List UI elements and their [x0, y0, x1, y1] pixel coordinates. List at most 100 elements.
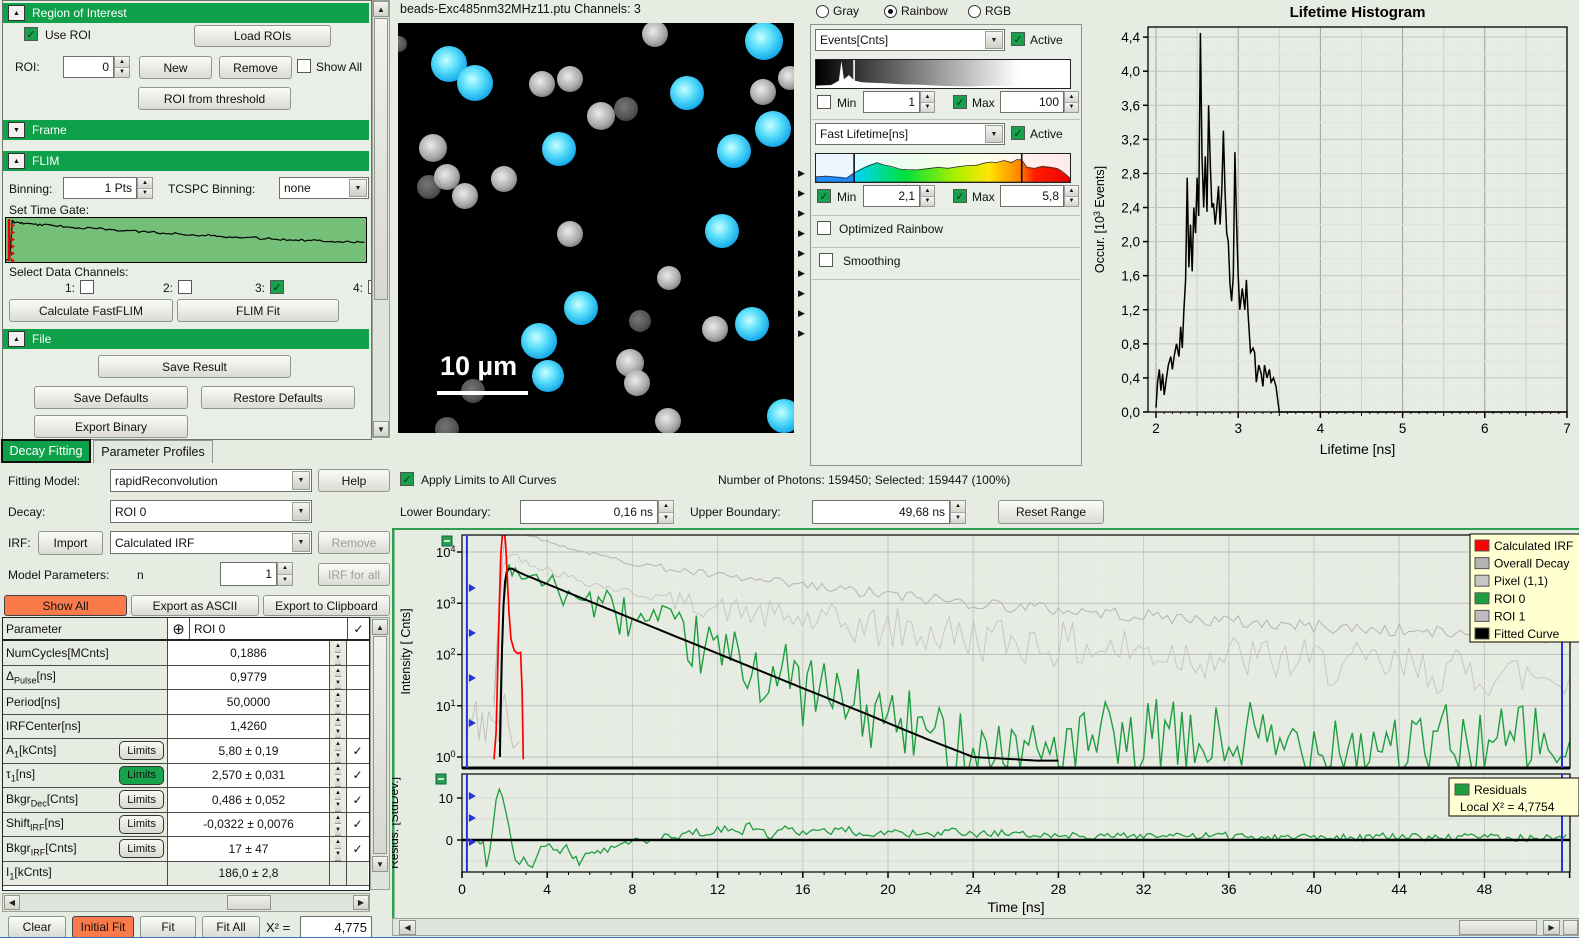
channel-checkbox-3[interactable]: ✓	[270, 280, 284, 294]
scroll-thumb[interactable]	[1459, 920, 1537, 935]
chevron-down-icon[interactable]: ▼	[985, 125, 1003, 143]
parameter-spinner[interactable]: ▲ ▼	[330, 714, 347, 738]
binning-spinner[interactable]: ▲ ▼	[137, 177, 153, 199]
scroll-up-icon[interactable]: ▲	[373, 1, 389, 17]
collapse-icon[interactable]: ▲	[8, 331, 25, 347]
scroll-right-icon[interactable]: ▶	[353, 895, 369, 910]
events-min-spinner[interactable]: ▲ ▼	[920, 91, 935, 113]
parameter-spinner[interactable]: ▲ ▼	[330, 763, 347, 787]
right-arrow-icon[interactable]: ▶	[798, 288, 810, 308]
settings-scrollbar[interactable]: ▲ ▼	[372, 0, 390, 438]
parameter-enabled-checkbox[interactable]	[347, 714, 368, 738]
events-active-checkbox[interactable]: ✓	[1011, 32, 1025, 46]
show-all-parameters-button[interactable]: Show All	[4, 595, 127, 616]
l ifetime-channel-select[interactable]: Fast Lifetime[ns] ▼	[815, 123, 1005, 145]
fitting-model-select[interactable]: rapidReconvolution ▼	[110, 469, 312, 492]
parameter-value[interactable]: 2,570 ± 0,031	[168, 763, 330, 787]
section-header-roi[interactable]: ▲ Region of Interest	[3, 3, 369, 23]
parameter-value[interactable]: 0,486 ± 0,052	[168, 788, 330, 812]
remove-roi-button[interactable]: Remove	[219, 56, 292, 79]
parameter-enabled-checkbox[interactable]	[347, 665, 368, 689]
section-header-frame[interactable]: ▼ Frame	[3, 120, 369, 140]
limits-button[interactable]: Limits	[119, 814, 164, 834]
right-arrow-icon[interactable]: ▶	[798, 328, 810, 348]
lifetime-min-input[interactable]: 2,1	[863, 185, 920, 207]
right-arrow-icon[interactable]: ▶	[798, 228, 810, 248]
save-defaults-button[interactable]: Save Defaults	[34, 386, 188, 409]
chevron-down-icon[interactable]: ▼	[292, 471, 310, 490]
parameter-enabled-checkbox[interactable]: ✓	[347, 788, 368, 812]
flim-fit-button[interactable]: FLIM Fit	[177, 299, 339, 322]
section-header-file[interactable]: ▲ File	[3, 329, 369, 349]
right-arrow-icon[interactable]: ▶	[798, 168, 810, 188]
section-header-flim[interactable]: ▲ FLIM	[3, 151, 369, 171]
decay-select[interactable]: ROI 0 ▼	[110, 500, 312, 523]
restore-defaults-button[interactable]: Restore Defaults	[201, 386, 355, 409]
events-max-input[interactable]: 100	[1000, 91, 1064, 113]
irf-for-all-button[interactable]: IRF for all	[318, 563, 390, 586]
col-header-check[interactable]: ✓	[348, 618, 369, 639]
fit-button[interactable]: Fit	[140, 916, 196, 938]
limits-button[interactable]: Limits	[119, 741, 164, 761]
reset-range-button[interactable]: Reset Range	[998, 500, 1104, 524]
new-roi-button[interactable]: New	[139, 56, 212, 79]
events-min-checkbox[interactable]	[817, 95, 831, 109]
calculate-fastflim-button[interactable]: Calculate FastFLIM	[9, 299, 173, 322]
parameter-enabled-checkbox[interactable]: ✓	[347, 837, 368, 861]
limits-button[interactable]: Limits	[119, 839, 164, 859]
events-max-checkbox[interactable]: ✓	[953, 95, 967, 109]
lower-boundary-spinner[interactable]: ▲ ▼	[658, 500, 674, 524]
parameter-enabled-checkbox[interactable]	[347, 641, 368, 665]
chevron-down-icon[interactable]: ▼	[292, 533, 310, 552]
parameter-value[interactable]: 0,9779	[168, 665, 330, 689]
channel-checkbox-1[interactable]	[80, 280, 94, 294]
radio-rgb[interactable]	[968, 5, 981, 18]
save-result-button[interactable]: Save Result	[98, 355, 291, 378]
splitter-arrows[interactable]: ▶ ▶ ▶ ▶ ▶ ▶ ▶ ▶ ▶	[798, 168, 810, 348]
tab-parameter-profiles[interactable]: Parameter Profiles	[93, 440, 213, 463]
binning-input[interactable]: 1 Pts	[63, 177, 137, 199]
globe-icon[interactable]: ⊕	[168, 618, 190, 639]
parameter-value[interactable]: 50,0000	[168, 690, 330, 714]
radio-gray[interactable]	[816, 5, 829, 18]
parameter-spinner[interactable]: ▲ ▼	[330, 690, 347, 714]
clear-button[interactable]: Clear	[8, 916, 66, 938]
tcspc-binning-select[interactable]: none ▼	[279, 177, 369, 199]
time-gate-plot[interactable]	[5, 217, 367, 263]
chevron-down-icon[interactable]: ▼	[349, 179, 367, 197]
irf-select[interactable]: Calculated IRF ▼	[110, 531, 312, 554]
lifetime-rainbow-bar[interactable]	[815, 153, 1071, 183]
lifetime-active-checkbox[interactable]: ✓	[1011, 126, 1025, 140]
parameter-spinner[interactable]: ▲ ▼	[330, 812, 347, 836]
apply-limits-checkbox[interactable]: ✓	[400, 472, 414, 486]
right-arrow-icon[interactable]: ▶	[798, 268, 810, 288]
parameter-spinner[interactable]: ▲ ▼	[330, 641, 347, 665]
limits-button[interactable]: Limits	[119, 765, 164, 785]
lifetime-min-checkbox[interactable]: ✓	[817, 189, 831, 203]
right-arrow-icon[interactable]: ▶	[798, 208, 810, 228]
parameter-spinner[interactable]: ▲ ▼	[330, 837, 347, 861]
scroll-left-icon[interactable]: ◀	[4, 895, 20, 910]
right-arrow-icon[interactable]: ▶	[798, 188, 810, 208]
chevron-down-icon[interactable]: ▼	[292, 502, 310, 521]
n-input[interactable]: 1	[220, 562, 277, 586]
n-spinner[interactable]: ▲ ▼	[277, 562, 293, 586]
parameter-value[interactable]: 186,0 ± 2,8	[168, 861, 330, 885]
events-channel-select[interactable]: Events[Cnts] ▼	[815, 29, 1005, 51]
events-max-spinner[interactable]: ▲ ▼	[1064, 91, 1079, 113]
parameter-value[interactable]: 0,1886	[168, 641, 330, 665]
scroll-down-icon[interactable]: ▼	[372, 856, 388, 872]
parameter-spinner[interactable]: ▲ ▼	[330, 665, 347, 689]
parameter-spinner[interactable]: ▲ ▼	[330, 739, 347, 763]
parameter-enabled-checkbox[interactable]	[347, 861, 368, 885]
roi-from-threshold-button[interactable]: ROI from threshold	[138, 87, 291, 110]
export-clipboard-button[interactable]: Export to Clipboard	[263, 595, 390, 616]
flim-image[interactable]: 10 µm	[398, 23, 794, 433]
decay-hscrollbar[interactable]: ◀ ▶	[392, 918, 1579, 936]
expand-icon[interactable]: ▼	[8, 122, 25, 138]
load-rois-button[interactable]: Load ROIs	[194, 25, 331, 47]
chevron-down-icon[interactable]: ▼	[985, 31, 1003, 49]
limits-button[interactable]: Limits	[119, 790, 164, 810]
tab-decay-fitting[interactable]: Decay Fitting	[1, 439, 91, 463]
show-all-checkbox[interactable]	[297, 59, 311, 73]
